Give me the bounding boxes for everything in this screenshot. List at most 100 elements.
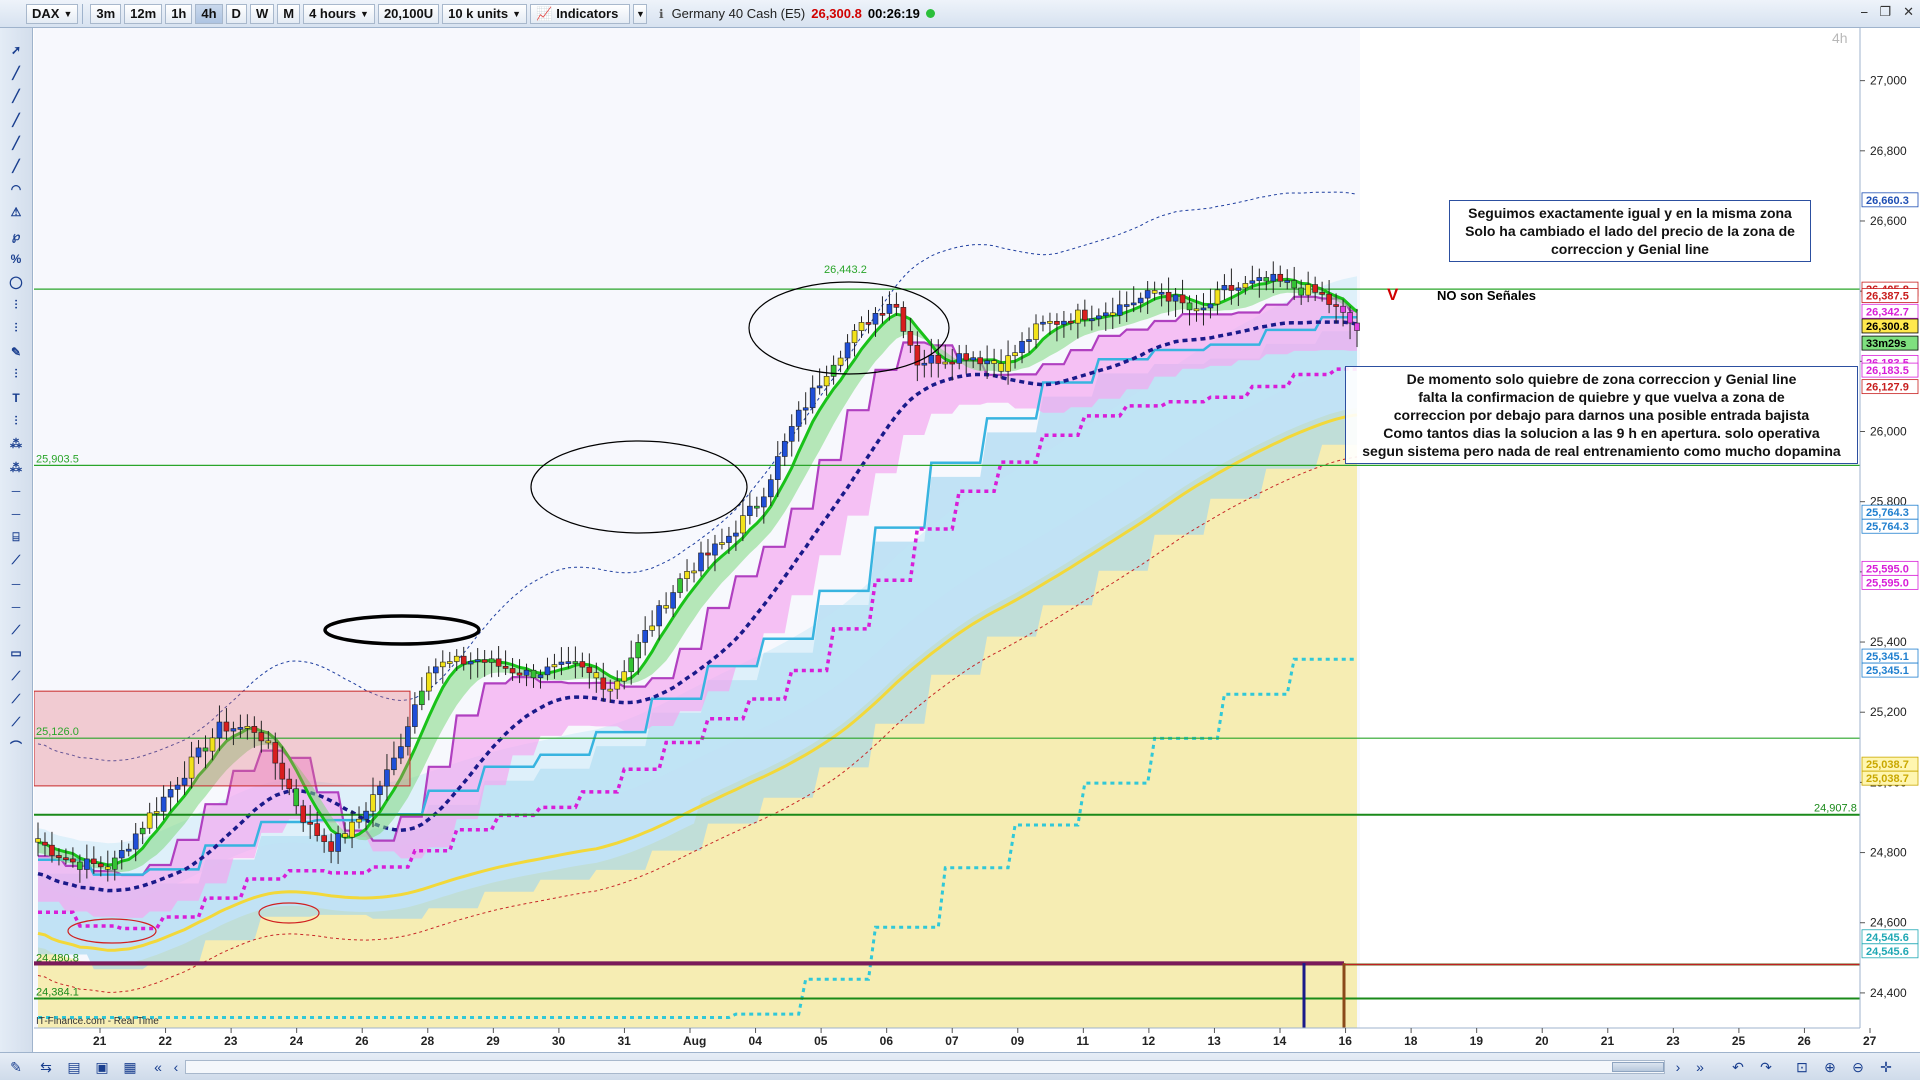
candle	[712, 543, 718, 556]
candle	[1326, 293, 1332, 305]
crosshair-icon[interactable]: ✛	[1876, 1058, 1896, 1076]
timeframe-button-m[interactable]: M	[277, 3, 301, 24]
arc-icon[interactable]: ◠	[5, 179, 27, 199]
grid-icon[interactable]: ▦	[120, 1058, 140, 1076]
timeframe-button-12m[interactable]: 12m	[124, 3, 163, 24]
double-chevron-left-icon[interactable]: «	[148, 1058, 168, 1076]
timeframe-button-4h[interactable]: 4h	[195, 3, 223, 24]
ray-icon[interactable]: ╱	[5, 86, 27, 106]
scroll-left-icon[interactable]: ‹	[166, 1058, 186, 1076]
minimize-icon[interactable]: ⎯	[1861, 4, 1868, 20]
timeframe-button-1h[interactable]: 1h	[165, 3, 193, 24]
redo-icon[interactable]: ↷	[1756, 1058, 1776, 1076]
candle	[1151, 290, 1158, 294]
period-select-label: 4 hours	[309, 6, 357, 21]
fibo-fan-icon[interactable]: ⫶	[5, 365, 27, 385]
cursor-icon[interactable]: ➚	[5, 40, 27, 60]
chart-window-icon[interactable]: ▣	[92, 1058, 112, 1076]
gann-icon[interactable]: ⁂	[5, 434, 27, 454]
v-mark: V	[1387, 285, 1399, 304]
candle	[1298, 287, 1304, 296]
rectangle-icon[interactable]: ▭	[5, 643, 27, 663]
candle	[998, 363, 1004, 372]
symbol-select[interactable]: DAX ▼	[26, 3, 79, 24]
candle	[586, 666, 593, 673]
candle	[293, 788, 300, 807]
hline-icon[interactable]: ─	[5, 481, 27, 501]
pitchfork-icon[interactable]: ℘	[5, 226, 27, 246]
candle	[1221, 285, 1228, 291]
regression-icon[interactable]: ⟋	[5, 550, 27, 570]
levels-icon[interactable]: ⫶	[5, 411, 27, 431]
pen-icon[interactable]: ✎	[6, 1058, 26, 1076]
chart-toolbar: DAX ▼ 3m 12m 1h 4h D W M 4 hours ▼ 20,100U 10 k …	[0, 0, 1920, 28]
projection-icon[interactable]: ⟋	[5, 713, 27, 733]
wave-icon[interactable]: ⟋	[5, 690, 27, 710]
zoom-in-icon[interactable]: ⊕	[1820, 1058, 1840, 1076]
annotation-note-top[interactable]: Seguimos exactamente igual y en la misma…	[1449, 200, 1811, 262]
restore-icon[interactable]: ❐	[1879, 4, 1891, 20]
pencil-icon[interactable]: ✎	[5, 342, 27, 362]
measure-icon[interactable]: ⌸	[5, 527, 27, 547]
level-label: 25,126.0	[36, 726, 79, 738]
candle	[649, 625, 655, 631]
candle	[761, 496, 767, 508]
units-select[interactable]: 10 k units ▼	[442, 3, 527, 24]
arrow-icon[interactable]: ⟋	[5, 620, 27, 640]
alert-icon[interactable]: ⚠	[5, 202, 27, 222]
indicators-button[interactable]: 📈 Indicators	[530, 3, 630, 24]
scroll-right-icon[interactable]: ›	[1668, 1058, 1688, 1076]
fibo-time-icon[interactable]: ⫶	[5, 318, 27, 338]
candle	[956, 353, 963, 364]
x-axis-tick-label: 16	[1339, 1034, 1353, 1048]
ellipse-icon[interactable]: ◯	[5, 272, 27, 292]
candle	[635, 642, 641, 659]
candle	[1284, 280, 1291, 283]
line-icon[interactable]: ╱	[5, 63, 27, 83]
info-icon[interactable]: ℹ	[659, 7, 664, 21]
close-icon[interactable]: ✕	[1903, 4, 1914, 20]
timeframe-button-d[interactable]: D	[225, 3, 247, 24]
percent-icon[interactable]: %	[5, 249, 27, 269]
price-tag: 26,387.5	[1866, 291, 1909, 303]
candle	[1158, 291, 1165, 295]
timeframe-button-3m[interactable]: 3m	[90, 3, 122, 24]
share-icon[interactable]: ⇆	[36, 1058, 56, 1076]
x-axis-tick-label: 21	[1601, 1034, 1615, 1048]
annotation-note-main[interactable]: De momento solo quiebre de zona correcci…	[1345, 366, 1858, 464]
layout-icon[interactable]: ▤	[64, 1058, 84, 1076]
cycle-icon[interactable]: ⟋	[5, 666, 27, 686]
candle	[565, 661, 572, 664]
fibo-icon[interactable]: ⫶	[5, 295, 27, 315]
units-value-button[interactable]: 20,100U	[377, 3, 440, 24]
bottom-bar-line	[34, 961, 1344, 966]
timeframe-button-w[interactable]: W	[249, 3, 275, 24]
price-tag: 25,595.0	[1866, 563, 1909, 575]
scrollbar-thumb[interactable]	[1612, 1062, 1664, 1072]
candle	[174, 784, 181, 790]
period-select[interactable]: 4 hours ▼	[303, 3, 375, 24]
candle	[907, 331, 914, 346]
gann-fan-icon[interactable]: ⁂	[5, 458, 27, 478]
candle	[991, 360, 997, 364]
double-chevron-right-icon[interactable]: »	[1690, 1058, 1710, 1076]
channel-icon[interactable]: ╱	[5, 156, 27, 176]
horizontal-scrollbar[interactable]	[185, 1060, 1665, 1074]
zoom-fit-icon[interactable]: ⊡	[1792, 1058, 1812, 1076]
price-chart[interactable]: 25,903.525,126.024,907.824,480.824,384.1…	[34, 28, 1920, 1052]
ruler-icon[interactable]: ─	[5, 504, 27, 524]
vline-icon[interactable]: ─	[5, 574, 27, 594]
price-tag: 25,345.1	[1866, 665, 1909, 677]
magnet-icon[interactable]: ⌒	[5, 736, 27, 756]
zoom-out-icon[interactable]: ⊖	[1848, 1058, 1868, 1076]
trend-icon[interactable]: ╱	[5, 133, 27, 153]
segment-icon[interactable]: ╱	[5, 110, 27, 130]
indicators-dropdown[interactable]: ▼	[633, 3, 647, 24]
y-axis-tick-label: 26,800	[1870, 144, 1907, 158]
candle	[1214, 289, 1221, 305]
undo-icon[interactable]: ↶	[1728, 1058, 1748, 1076]
text-icon[interactable]: T	[5, 388, 27, 408]
candle	[1200, 307, 1207, 311]
candle	[1082, 309, 1088, 321]
cross-icon[interactable]: ─	[5, 597, 27, 617]
